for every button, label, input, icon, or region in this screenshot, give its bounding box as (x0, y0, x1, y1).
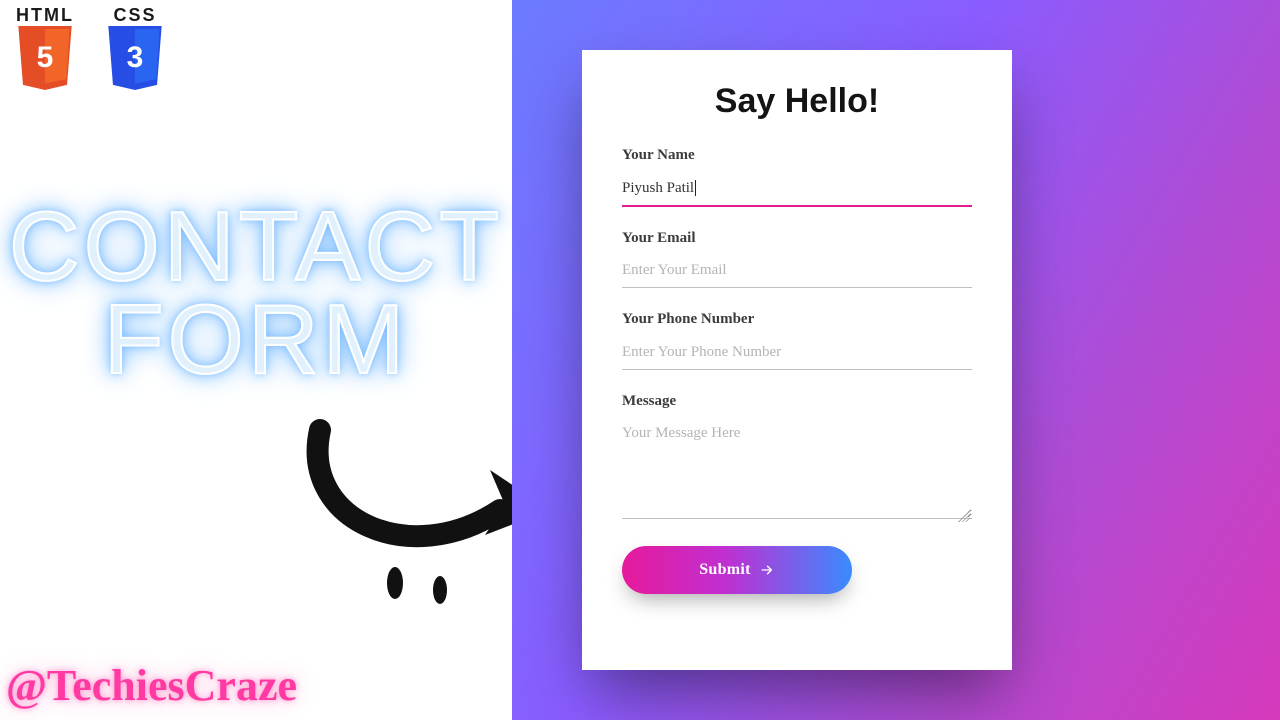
hero-line-2: FORM (6, 293, 506, 386)
phone-input[interactable] (622, 338, 972, 370)
name-label: Your Name (622, 146, 972, 166)
html5-label: HTML (16, 6, 74, 24)
promo-panel: HTML 5 CSS 3 CONTACT FORM @TechiesCraze (0, 0, 512, 720)
submit-button-label: Submit (699, 546, 751, 594)
text-caret-icon (695, 180, 696, 196)
name-input-value: Piyush Patil (622, 180, 694, 196)
css3-shield-icon: 3 (106, 26, 164, 90)
message-label: Message (622, 392, 972, 412)
email-input[interactable] (622, 256, 972, 288)
hero-line-1: CONTACT (6, 200, 506, 293)
html5-badge: HTML 5 (14, 6, 76, 90)
gradient-stage: Say Hello! Your Name Piyush Patil Your E… (512, 0, 1280, 720)
channel-handle: @TechiesCraze (6, 664, 297, 708)
css3-badge: CSS 3 (104, 6, 166, 90)
tech-badges: HTML 5 CSS 3 (14, 6, 166, 90)
email-label: Your Email (622, 229, 972, 249)
form-title: Say Hello! (622, 84, 972, 118)
submit-button[interactable]: Submit (622, 546, 852, 594)
hero-title: CONTACT FORM (6, 200, 506, 386)
html5-shield-icon: 5 (16, 26, 74, 90)
phone-field: Your Phone Number (622, 310, 972, 370)
contact-form-card: Say Hello! Your Name Piyush Patil Your E… (582, 50, 1012, 670)
html5-glyph: 5 (16, 26, 74, 90)
email-field: Your Email (622, 229, 972, 289)
message-textarea-wrap (622, 419, 972, 524)
name-field: Your Name Piyush Patil (622, 146, 972, 207)
css3-glyph: 3 (106, 26, 164, 90)
message-field: Message (622, 392, 972, 525)
css3-label: CSS (113, 6, 156, 24)
name-input[interactable]: Piyush Patil (622, 174, 972, 207)
phone-label: Your Phone Number (622, 310, 972, 330)
arrow-right-icon (759, 562, 775, 578)
message-textarea[interactable] (622, 419, 972, 519)
